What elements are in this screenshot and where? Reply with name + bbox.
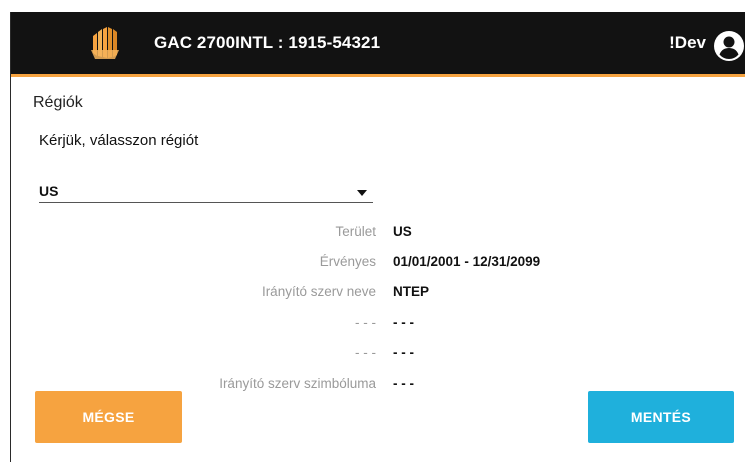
- stacked-bars-logo: [91, 27, 119, 59]
- detail-label: Terület: [335, 224, 376, 239]
- region-select[interactable]: US: [39, 174, 373, 203]
- detail-label: Irányító szerv szimbóluma: [219, 376, 376, 391]
- top-bar: GAC 2700INTL : 1915-54321 !Dev: [11, 12, 745, 77]
- region-prompt: Kérjük, válasszon régiót: [39, 132, 199, 149]
- detail-label: Érvényes: [319, 254, 376, 269]
- detail-label: - - -: [355, 345, 376, 360]
- account-circle-icon[interactable]: [713, 30, 745, 62]
- detail-label: Irányító szerv neve: [261, 284, 376, 299]
- detail-value: US: [393, 224, 412, 239]
- detail-row-valid: Érvényes 01/01/2001 - 12/31/2099: [11, 254, 745, 274]
- detail-value: - - -: [393, 345, 414, 360]
- detail-value: - - -: [393, 315, 414, 330]
- caret-down-icon: [357, 190, 367, 196]
- detail-row-empty-1: - - - - - -: [11, 315, 745, 335]
- detail-value: NTEP: [393, 284, 430, 299]
- detail-label: - - -: [355, 315, 376, 330]
- detail-row-empty-2: - - - - - -: [11, 345, 745, 365]
- save-button[interactable]: MENTÉS: [588, 391, 734, 443]
- detail-value: - - -: [393, 376, 414, 391]
- user-name[interactable]: !Dev: [669, 33, 706, 53]
- cancel-button[interactable]: MÉGSE: [35, 391, 182, 443]
- device-title: GAC 2700INTL : 1915-54321: [154, 33, 381, 52]
- app-window: GAC 2700INTL : 1915-54321 !Dev Régiók Ké…: [10, 12, 745, 462]
- detail-value: 01/01/2001 - 12/31/2099: [393, 254, 541, 269]
- detail-row-authority-name: Irányító szerv neve NTEP: [11, 284, 745, 304]
- page-title: Régiók: [33, 94, 83, 111]
- detail-row-territory: Terület US: [11, 224, 745, 244]
- region-select-value: US: [39, 183, 59, 199]
